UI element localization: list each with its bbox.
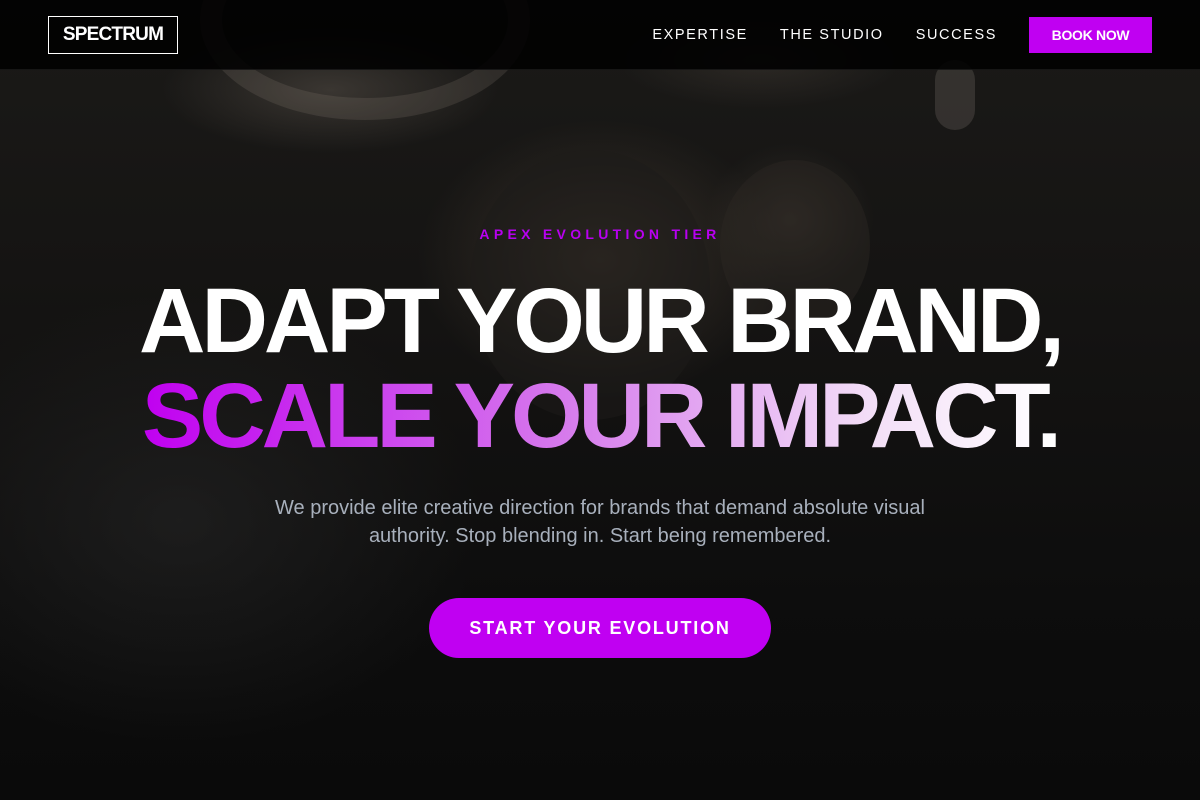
- main-nav: EXPERTISE THE STUDIO SUCCESS BOOK NOW: [652, 17, 1152, 53]
- nav-link-success[interactable]: SUCCESS: [916, 27, 997, 43]
- hero-headline-line-2: SCALE YOUR IMPACT.: [0, 370, 1200, 462]
- background-lamp: [935, 60, 975, 130]
- landing-page: SPECTRUM EXPERTISE THE STUDIO SUCCESS BO…: [0, 0, 1200, 800]
- book-now-button[interactable]: BOOK NOW: [1029, 17, 1152, 53]
- nav-link-expertise[interactable]: EXPERTISE: [652, 27, 748, 43]
- site-header: SPECTRUM EXPERTISE THE STUDIO SUCCESS BO…: [0, 0, 1200, 70]
- start-evolution-button[interactable]: START YOUR EVOLUTION: [429, 598, 771, 658]
- nav-link-the-studio[interactable]: THE STUDIO: [780, 27, 884, 43]
- hero-subtitle: We provide elite creative direction for …: [275, 497, 925, 547]
- hero-headline-gradient-text: SCALE YOUR IMPACT.: [141, 365, 1062, 467]
- hero-eyebrow: APEX EVOLUTION TIER: [479, 226, 721, 242]
- site-logo[interactable]: SPECTRUM: [48, 16, 178, 54]
- hero-headline-line-1: ADAPT YOUR BRAND,: [139, 270, 1065, 372]
